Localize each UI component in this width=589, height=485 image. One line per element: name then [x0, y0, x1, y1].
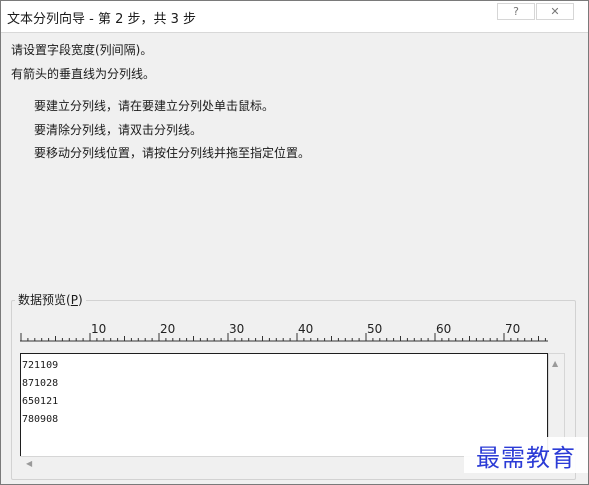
data-preview-label: 数据预览(P)	[15, 291, 86, 308]
intro-line-2: 有箭头的垂直线为分列线。	[11, 67, 156, 81]
scroll-up-arrow-icon[interactable]: ▲	[552, 359, 558, 368]
window-title: 文本分列向导 - 第 2 步，共 3 步	[7, 12, 197, 27]
ruler-tick-label: 20	[160, 322, 175, 336]
preview-row: 780908	[22, 414, 59, 425]
close-button[interactable]: ✕	[536, 3, 574, 20]
ruler-tick-label: 60	[436, 322, 451, 336]
watermark-logo: 最需教育	[464, 437, 588, 473]
preview-row: 721109	[22, 360, 59, 371]
instruction-clear: 要清除分列线，请双击分列线。	[34, 123, 203, 137]
text-import-wizard-dialog: 文本分列向导 - 第 2 步，共 3 步 ? ✕ 请设置字段宽度(列间隔)。 有…	[0, 0, 589, 485]
help-button[interactable]: ?	[497, 3, 535, 20]
preview-row: 650121	[22, 396, 59, 407]
ruler-tick-label: 40	[298, 322, 313, 336]
close-icon: ✕	[550, 5, 560, 18]
instruction-move: 要移动分列线位置，请按住分列线并拖至指定位置。	[34, 146, 311, 160]
instruction-create: 要建立分列线，请在要建立分列处单击鼠标。	[34, 99, 275, 113]
ruler-tick-label: 10	[91, 322, 106, 336]
ruler-tick-label: 50	[367, 322, 382, 336]
preview-row: 871028	[22, 378, 59, 389]
column-ruler[interactable]: 10 20 30 40 50 60 70	[20, 321, 550, 345]
title-bar: 文本分列向导 - 第 2 步，共 3 步 ? ✕	[1, 1, 588, 33]
ruler-tick-label: 70	[505, 322, 520, 336]
ruler-tick-label: 30	[229, 322, 244, 336]
help-icon: ?	[513, 5, 519, 18]
scroll-left-arrow-icon[interactable]: ◀	[26, 459, 32, 468]
intro-line-1: 请设置字段宽度(列间隔)。	[11, 43, 153, 57]
